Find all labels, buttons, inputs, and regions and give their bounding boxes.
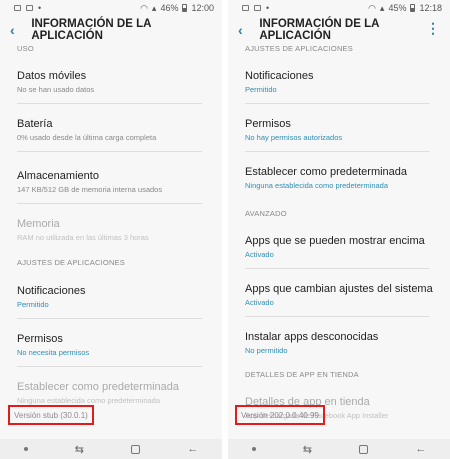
battery-icon	[410, 4, 416, 12]
list-item-permisos[interactable]: Permisos No necesita permisos	[17, 333, 222, 357]
item-subtitle: Ninguna establecida como predeterminada	[17, 396, 161, 405]
list-item-permisos[interactable]: Permisos No hay permisos autorizados	[245, 118, 450, 142]
signal-icon: ▴	[151, 2, 157, 13]
screenshot-composite: • ◠ ▴ 46% 12:00 ‹ INFORMACIÓN DE LA APLI…	[0, 0, 450, 459]
gallery-icon	[14, 5, 21, 11]
item-title: Apps que se pueden mostrar encima	[245, 235, 425, 247]
page-title: INFORMACIÓN DE LA APLICACIÓN	[31, 18, 151, 42]
list-item-almacenamiento[interactable]: Almacenamiento 147 KB/512 GB de memoria …	[17, 170, 222, 194]
section-header-ajustes: AJUSTES DE APLICACIONES	[245, 44, 353, 53]
list-item-mostrar-encima[interactable]: Apps que se pueden mostrar encima Activa…	[245, 235, 450, 259]
divider	[17, 103, 202, 104]
back-nav-icon[interactable]: ←	[187, 443, 198, 455]
item-subtitle: 147 KB/512 GB de memoria interna usados	[17, 185, 163, 194]
item-title: Apps que cambian ajustes del sistema	[245, 283, 433, 295]
divider	[245, 151, 430, 152]
section-header-detalles: DETALLES DE APP EN TIENDA	[245, 370, 359, 379]
home-button-icon[interactable]	[359, 444, 369, 454]
item-subtitle: RAM no utilizada en las últimas 3 horas	[17, 233, 149, 242]
divider	[245, 268, 430, 269]
list-item-notificaciones[interactable]: Notificaciones Permitido	[17, 285, 222, 309]
section-header-uso: USO	[17, 44, 34, 53]
item-title: Establecer como predeterminada	[17, 381, 180, 393]
list-item-ajustes-sistema[interactable]: Apps que cambian ajustes del sistema Act…	[245, 283, 450, 307]
back-arrow-icon[interactable]: ‹	[10, 22, 19, 38]
item-subtitle: Permitido	[245, 85, 277, 94]
list-item-apps-desconocidas[interactable]: Instalar apps desconocidas No permitido	[245, 331, 450, 355]
item-subtitle: Activado	[245, 250, 274, 259]
divider	[245, 103, 430, 104]
divider	[17, 366, 202, 367]
back-arrow-icon[interactable]: ‹	[238, 22, 247, 38]
item-title: Permisos	[245, 118, 291, 130]
list-item-notificaciones[interactable]: Notificaciones Permitido	[245, 70, 450, 94]
nav-bar: ⇆ ←	[0, 439, 222, 459]
status-bar: • ◠ ▴ 46% 12:00	[0, 0, 222, 16]
divider	[245, 316, 430, 317]
battery-percent: 46%	[160, 3, 179, 13]
recents-apps-icon[interactable]: ⇆	[303, 443, 312, 456]
item-title: Notificaciones	[245, 70, 314, 82]
notification-dot-icon: •	[38, 3, 42, 13]
nav-bar: ⇆ ←	[228, 439, 450, 459]
home-button-icon[interactable]	[131, 444, 141, 454]
item-title: Establecer como predeterminada	[245, 166, 408, 178]
app-bar: ‹ INFORMACIÓN DE LA APLICACIÓN ⋮	[228, 16, 450, 44]
notification-dot-icon: •	[266, 3, 270, 13]
item-subtitle: No permitido	[245, 346, 288, 355]
list-item-bateria[interactable]: Batería 0% usado desde la última carga c…	[17, 118, 222, 142]
list-item-memoria: Memoria RAM no utilizada en las últimas …	[17, 218, 222, 242]
settings-list: AJUSTES DE APLICACIONES Notificaciones P…	[228, 44, 450, 420]
version-label: Versión stub (30.0.1)	[8, 405, 94, 425]
item-subtitle: 0% usado desde la última carga completa	[17, 133, 157, 142]
message-icon	[254, 5, 261, 11]
item-subtitle: Permitido	[17, 300, 49, 309]
item-title: Memoria	[17, 218, 60, 230]
app-bar: ‹ INFORMACIÓN DE LA APLICACIÓN	[0, 16, 222, 44]
nav-dot-icon	[251, 447, 256, 451]
item-title: Almacenamiento	[17, 170, 99, 182]
list-item-predeterminada[interactable]: Establecer como predeterminada Ninguna e…	[245, 166, 450, 190]
left-phone-screen: • ◠ ▴ 46% 12:00 ‹ INFORMACIÓN DE LA APLI…	[0, 0, 222, 459]
recents-apps-icon[interactable]: ⇆	[75, 443, 84, 456]
wifi-icon: ◠	[140, 2, 148, 13]
version-label: Versión 202.0.0.40.99	[235, 405, 325, 425]
more-options-icon[interactable]: ⋮	[426, 21, 440, 35]
item-subtitle: No hay permisos autorizados	[245, 133, 343, 142]
section-header-avanzado: AVANZADO	[245, 209, 287, 218]
divider	[17, 203, 202, 204]
page-title: INFORMACIÓN DE LA APLICACIÓN	[259, 18, 379, 42]
item-subtitle: Ninguna establecida como predeterminada	[245, 181, 389, 190]
item-title: Batería	[17, 118, 53, 130]
item-title: Datos móviles	[17, 70, 87, 82]
item-title: Permisos	[17, 333, 63, 345]
status-time: 12:18	[419, 3, 442, 13]
settings-list: USO Datos móviles No se han usado datos …	[0, 44, 222, 405]
list-item-predeterminada: Establecer como predeterminada Ninguna e…	[17, 381, 222, 405]
item-subtitle: No necesita permisos	[17, 348, 90, 357]
status-time: 12:00	[191, 3, 214, 13]
list-item-datos-moviles[interactable]: Datos móviles No se han usado datos	[17, 70, 222, 94]
item-title: Notificaciones	[17, 285, 86, 297]
item-title: Instalar apps desconocidas	[245, 331, 379, 343]
battery-icon	[182, 4, 188, 12]
wifi-icon: ◠	[368, 2, 376, 13]
divider	[17, 318, 202, 319]
message-icon	[26, 5, 33, 11]
back-nav-icon[interactable]: ←	[415, 443, 426, 455]
nav-dot-icon	[23, 447, 28, 451]
right-phone-screen: • ◠ ▴ 45% 12:18 ‹ INFORMACIÓN DE LA APLI…	[228, 0, 450, 459]
battery-percent: 45%	[388, 3, 407, 13]
section-header-ajustes: AJUSTES DE APLICACIONES	[17, 258, 125, 267]
gallery-icon	[242, 5, 249, 11]
divider	[17, 151, 202, 152]
status-bar: • ◠ ▴ 45% 12:18	[228, 0, 450, 16]
item-subtitle: No se han usado datos	[17, 85, 95, 94]
signal-icon: ▴	[379, 2, 385, 13]
item-subtitle: Activado	[245, 298, 274, 307]
